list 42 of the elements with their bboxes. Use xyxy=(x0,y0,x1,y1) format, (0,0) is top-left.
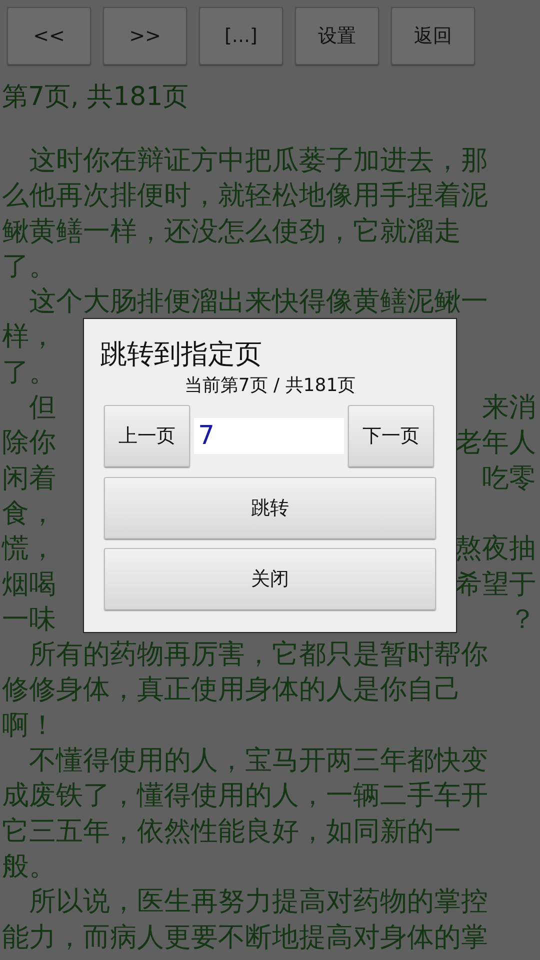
text-line: 样， xyxy=(2,320,56,354)
text-line: 么他再次排便时，就轻松地像用手捏着泥 xyxy=(2,179,488,214)
text-line: 它三五年，依然性能良好，如同新的一 xyxy=(2,814,461,849)
text-line: 这个大肠排便溜出来快得像黄鳝泥鳅一 xyxy=(28,285,488,320)
dialog-title: 跳转到指定页 xyxy=(100,338,263,372)
text-line: 食， xyxy=(2,496,56,531)
text-line: 烟喝 xyxy=(2,568,56,602)
previous-page-button[interactable]: 上一页 xyxy=(104,405,190,467)
next-page-button[interactable]: 下一页 xyxy=(348,405,434,467)
text-line: 熬夜抽 xyxy=(455,532,537,566)
toolbar-button[interactable]: [...] xyxy=(199,7,283,65)
text-line: 除你 xyxy=(2,426,56,460)
close-button[interactable]: 关闭 xyxy=(104,548,436,610)
text-line: 来消 xyxy=(482,391,537,426)
toolbar-button[interactable]: 设置 xyxy=(295,7,379,65)
text-line: 但 xyxy=(28,391,56,426)
jump-button[interactable]: 跳转 xyxy=(104,477,436,539)
text-line: 希望于 xyxy=(455,568,537,602)
text-line: 慌， xyxy=(2,532,56,566)
toolbar-button[interactable]: >> xyxy=(103,7,187,65)
text-line: 所有的药物再厉害，它都只是暂时帮你 xyxy=(28,638,488,672)
text-line: 了。 xyxy=(2,356,56,390)
text-line: 吃零 xyxy=(482,462,537,496)
page-indicator: 第7页, 共181页 xyxy=(1,81,190,114)
text-line: 能力，而病人更要不断地提高对身体的掌 xyxy=(2,920,488,955)
text-line: 所以说，医生再努力提高对药物的掌控 xyxy=(28,885,488,920)
page-status: 当前第7页 / 共181页 xyxy=(183,374,357,398)
text-line: 老年人 xyxy=(455,426,537,460)
text-line: 修修身体，真正使用身体的人是你自己 xyxy=(2,673,461,708)
text-line: 鳅黄鳝一样，还没怎么使劲，它就溜走 xyxy=(2,214,461,249)
page-input-field[interactable]: 7 xyxy=(194,418,344,454)
text-line: 不懂得使用的人，宝马开两三年都快变 xyxy=(28,744,488,778)
text-line: ？ xyxy=(509,602,537,637)
text-line: 了。 xyxy=(2,250,56,284)
text-line: 成废铁了，懂得使用的人，一辆二手车开 xyxy=(2,779,488,814)
text-line: 般。 xyxy=(2,850,56,884)
toolbar-button[interactable]: << xyxy=(7,7,91,65)
text-line: 这时你在辩证方中把瓜蒌子加进去，那 xyxy=(28,144,488,178)
text-line: 啊！ xyxy=(2,708,56,743)
text-line: 闲着 xyxy=(2,462,56,496)
text-line: 一味 xyxy=(2,602,56,637)
toolbar-button[interactable]: 返回 xyxy=(391,7,475,65)
